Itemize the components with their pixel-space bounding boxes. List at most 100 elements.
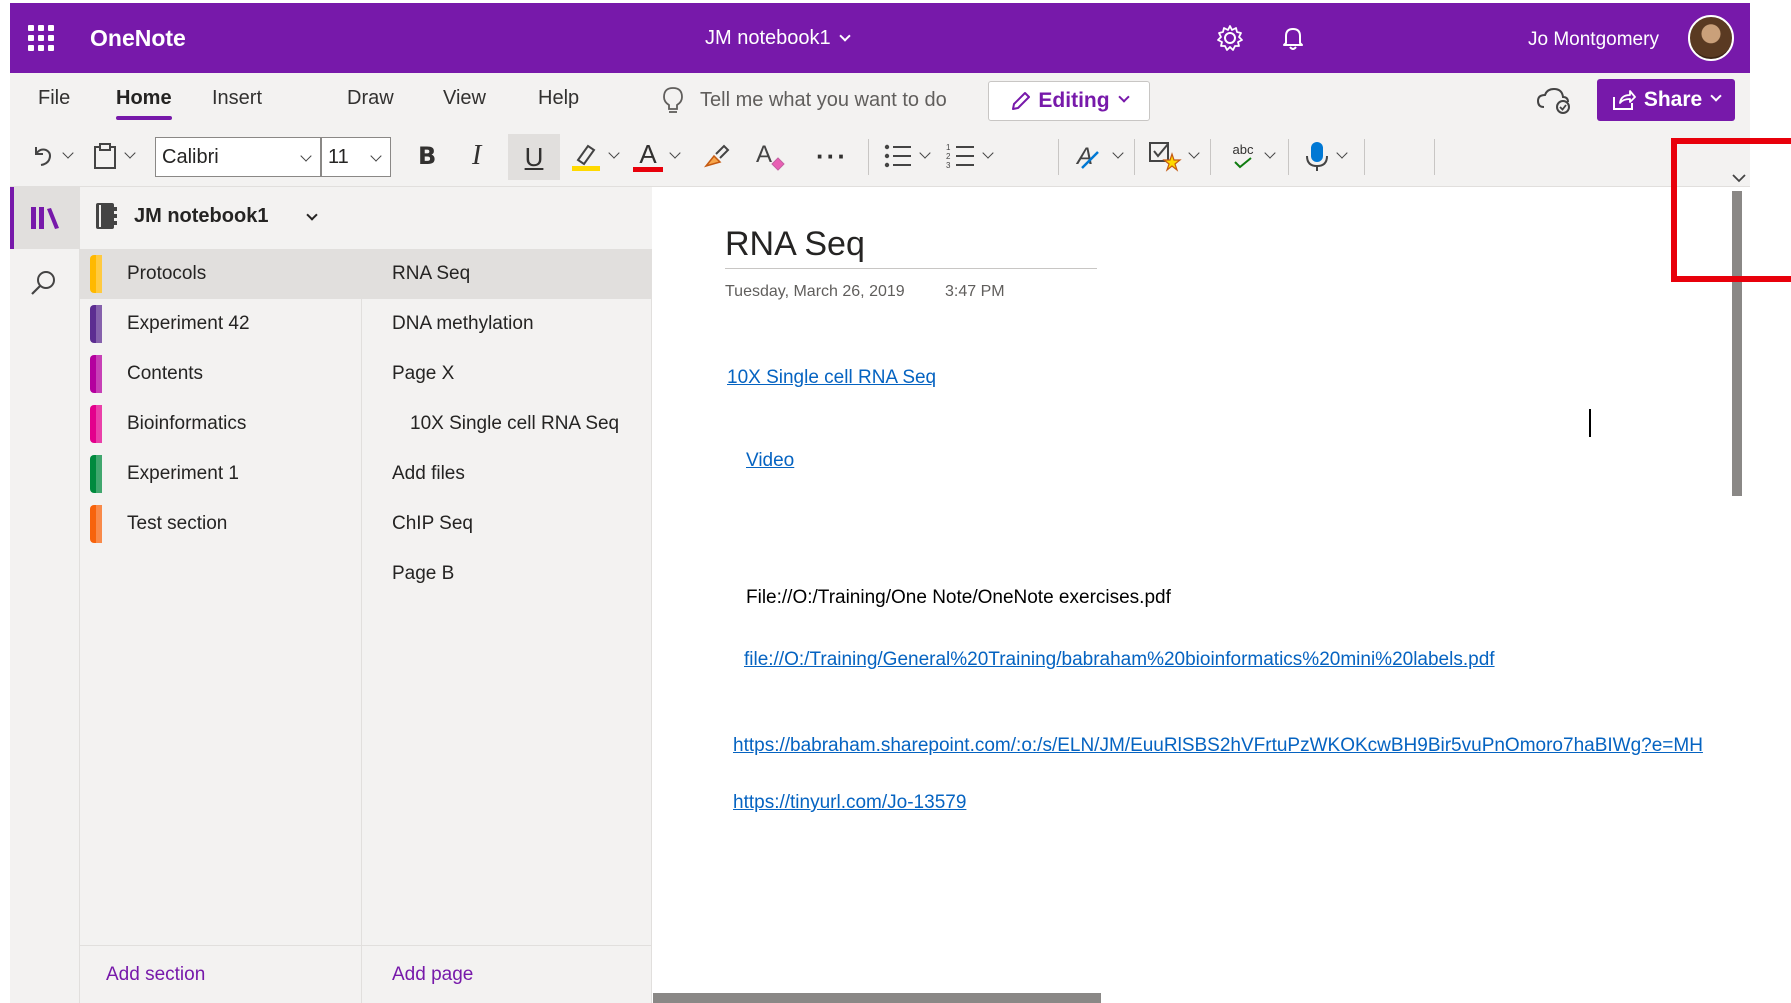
add-page-button[interactable]: Add page [362, 945, 652, 1003]
clear-formatting-button[interactable]: A [754, 139, 788, 173]
section-item-experiment-1[interactable]: Experiment 1 [80, 449, 361, 499]
sharepoint-link-clip: https://babraham.sharepoint.com/:o:/s/EL… [733, 735, 1741, 765]
tab-insert[interactable]: Insert [212, 87, 262, 110]
format-painter-button[interactable] [700, 139, 732, 173]
page-item-10x-single-cell[interactable]: 10X Single cell RNA Seq [362, 399, 651, 449]
page-item-rna-seq[interactable]: RNA Seq [362, 249, 651, 299]
page-title[interactable]: RNA Seq [725, 225, 1097, 269]
font-color-icon: A [633, 141, 663, 172]
search-icon[interactable] [26, 267, 60, 301]
sync-status-cloud-icon[interactable] [1536, 85, 1572, 115]
section-item-experiment-42[interactable]: Experiment 42 [80, 299, 361, 349]
app-name[interactable]: OneNote [90, 25, 186, 52]
pages-pane: RNA Seq DNA methylation Page X 10X Singl… [362, 249, 652, 945]
section-item-test-section[interactable]: Test section [80, 499, 361, 549]
font-name-select[interactable]: Calibri [155, 137, 321, 177]
ribbon-tabs: File Home Insert Draw View Help Tell me … [10, 73, 1750, 127]
italic-button[interactable]: I [472, 139, 481, 173]
notebook-icon [96, 203, 117, 229]
chevron-down-icon [1188, 147, 1200, 159]
tab-help[interactable]: Help [538, 87, 579, 110]
spelling-button[interactable]: abc [1228, 139, 1276, 173]
page-item-page-b[interactable]: Page B [362, 549, 651, 599]
share-label: Share [1643, 88, 1703, 111]
microphone-icon [1306, 142, 1328, 171]
font-color-button[interactable]: A [633, 139, 681, 173]
section-color-tab [90, 255, 102, 293]
link-file-labels-pdf[interactable]: file://O:/Training/General%20Training/ba… [744, 649, 1495, 671]
tell-me-placeholder: Tell me what you want to do [700, 88, 947, 111]
lightbulb-icon [663, 87, 683, 113]
svg-text:1: 1 [946, 143, 951, 152]
settings-gear-icon[interactable] [1215, 23, 1245, 53]
section-label: Experiment 1 [127, 463, 239, 484]
notebook-header[interactable]: JM notebook1 [80, 187, 652, 249]
dictate-button[interactable] [1304, 139, 1348, 173]
app-launcher-icon[interactable] [28, 25, 54, 51]
user-avatar[interactable] [1688, 15, 1734, 61]
toolbar-divider [868, 139, 869, 175]
svg-text:A: A [756, 141, 772, 168]
font-size-value: 11 [328, 146, 349, 168]
chevron-down-icon [1264, 147, 1276, 159]
navigation-rail [10, 187, 80, 1003]
section-color-tab [90, 305, 102, 343]
highlight-button[interactable] [570, 139, 620, 173]
share-button[interactable]: Share [1597, 79, 1735, 121]
spellcheck-icon: abc [1228, 143, 1258, 169]
tab-view[interactable]: View [443, 87, 486, 110]
tab-home[interactable]: Home [116, 87, 172, 120]
page-item-dna-methylation[interactable]: DNA methylation [362, 299, 651, 349]
numbered-list-icon: 1 2 3 [946, 143, 974, 170]
notebooks-button[interactable] [10, 187, 80, 249]
user-name[interactable]: Jo Montgomery [1528, 29, 1659, 51]
underline-button[interactable]: U [508, 134, 560, 180]
chevron-down-icon [608, 147, 620, 159]
pencil-icon [1012, 92, 1031, 110]
page-canvas[interactable]: RNA Seq Tuesday, March 26, 2019 3:47 PM … [653, 187, 1750, 1003]
link-tinyurl[interactable]: https://tinyurl.com/Jo-13579 [733, 792, 966, 814]
page-item-add-files[interactable]: Add files [362, 449, 651, 499]
tag-button[interactable] [1148, 139, 1200, 173]
chevron-down-icon [1336, 147, 1348, 159]
chevron-down-icon [1112, 147, 1124, 159]
bullets-button[interactable] [883, 139, 931, 173]
chevron-down-icon [1710, 90, 1722, 102]
chevron-down-icon [838, 30, 851, 42]
annotation-highlight-box [1671, 138, 1791, 282]
styles-button[interactable]: A [1074, 139, 1124, 173]
link-video[interactable]: Video [746, 450, 794, 472]
add-section-button[interactable]: Add section [80, 945, 362, 1003]
notification-bell-icon[interactable] [1278, 23, 1308, 53]
chevron-down-icon [1117, 91, 1130, 103]
link-sharepoint[interactable]: https://babraham.sharepoint.com/:o:/s/EL… [733, 735, 1703, 757]
chevron-down-icon [124, 147, 136, 159]
clipboard-button[interactable] [92, 139, 136, 173]
tab-draw[interactable]: Draw [347, 87, 394, 110]
bold-button[interactable]: B [418, 139, 436, 173]
section-item-bioinformatics[interactable]: Bioinformatics [80, 399, 361, 449]
editing-mode-button[interactable]: Editing [988, 81, 1150, 121]
checkmark-icon [1234, 157, 1252, 169]
notebook-title-dropdown[interactable]: JM notebook1 [705, 27, 851, 50]
toolbar-divider [1134, 139, 1135, 175]
section-label: Protocols [127, 263, 207, 284]
link-10x-single-cell[interactable]: 10X Single cell RNA Seq [727, 367, 936, 389]
page-time: 3:47 PM [945, 283, 1005, 300]
font-size-select[interactable]: 11 [321, 137, 391, 177]
share-icon [1612, 90, 1636, 110]
notebook-title-label: JM notebook1 [705, 27, 831, 49]
onenote-window: OneNote JM notebook1 Jo Montgomery File … [10, 3, 1750, 1003]
section-item-contents[interactable]: Contents [80, 349, 361, 399]
page-date: Tuesday, March 26, 2019 [725, 283, 905, 300]
page-item-page-x[interactable]: Page X [362, 349, 651, 399]
numbering-button[interactable]: 1 2 3 [946, 139, 994, 173]
tab-file[interactable]: File [38, 87, 70, 110]
tag-checkbox-star-icon [1149, 142, 1182, 172]
section-item-protocols[interactable]: Protocols [80, 249, 361, 299]
page-item-chip-seq[interactable]: ChIP Seq [362, 499, 651, 549]
undo-button[interactable] [30, 139, 74, 173]
sections-pane: Protocols Experiment 42 Contents Bioinfo… [80, 249, 362, 945]
horizontal-scrollbar[interactable] [653, 993, 1101, 1003]
tell-me-search[interactable]: Tell me what you want to do [660, 85, 947, 115]
